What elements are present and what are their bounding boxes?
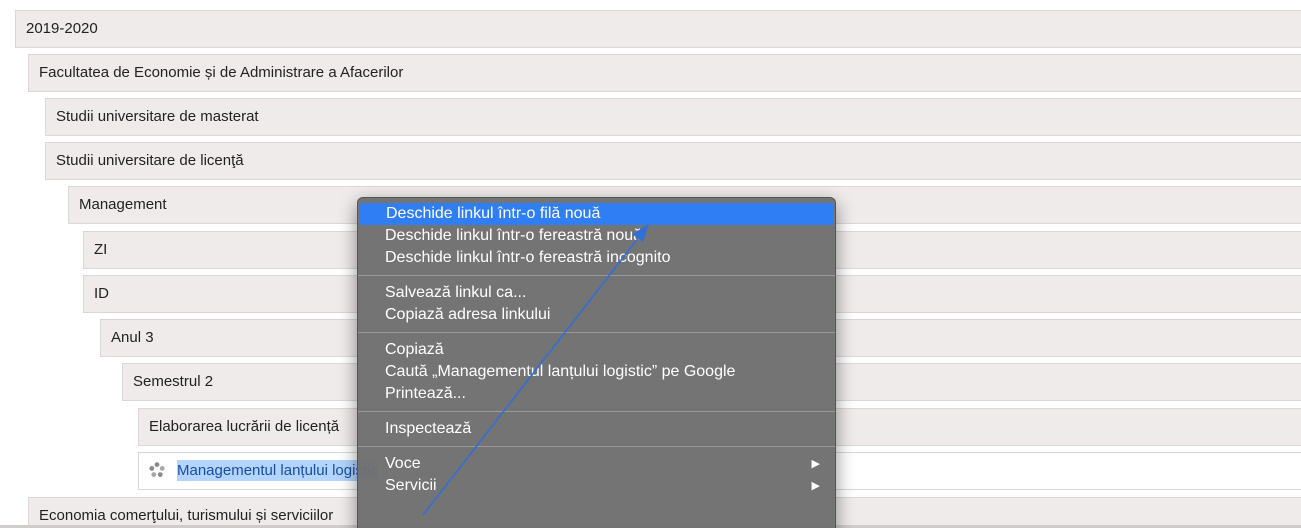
tree-row-masters[interactable]: Studii universitare de masterat (45, 98, 1301, 136)
menu-item-save-link[interactable]: Salvează linkul ca... (358, 282, 835, 304)
page: 2019-2020 Facultatea de Economie și de A… (0, 0, 1301, 528)
menu-item-services[interactable]: Servicii ▶ (358, 475, 835, 497)
menu-item-label: Servicii (385, 477, 437, 494)
menu-separator (358, 275, 835, 276)
tree-row-label: ID (94, 285, 109, 302)
menu-item-label: Copiază (385, 341, 444, 358)
menu-separator (358, 411, 835, 412)
course-link[interactable]: Managementul lanțului logistic (177, 460, 378, 481)
menu-item-label: Salvează linkul ca... (385, 284, 527, 301)
tree-row-label: Economia comerţului, turismului și servi… (39, 507, 334, 524)
menu-separator (358, 446, 835, 447)
submenu-arrow-icon: ▶ (811, 458, 820, 470)
menu-item-label: Deschide linkul într-o fereastră nouă (385, 227, 643, 244)
menu-item-label: Inspectează (385, 420, 472, 437)
course-icon (149, 461, 165, 477)
menu-item-label: Voce (385, 455, 421, 472)
menu-item-search-google[interactable]: Caută „Managementul lanțului logistic” p… (358, 361, 835, 383)
menu-item-label: Deschide linkul într-o filă nouă (386, 205, 601, 222)
tree-row-label: Anul 3 (111, 329, 154, 346)
context-menu: Deschide linkul într-o filă nouă Deschid… (357, 197, 836, 528)
tree-row-2019-2020[interactable]: 2019-2020 (15, 10, 1301, 48)
menu-item-label: Caută „Managementul lanțului logistic” p… (385, 363, 736, 380)
menu-item-open-new-window[interactable]: Deschide linkul într-o fereastră nouă (358, 225, 835, 247)
tree-row-label: Semestrul 2 (133, 373, 214, 390)
menu-item-copy-link-address[interactable]: Copiază adresa linkului (358, 304, 835, 326)
menu-item-inspect[interactable]: Inspectează (358, 418, 835, 440)
menu-item-copy[interactable]: Copiază (358, 339, 835, 361)
menu-item-label: Deschide linkul într-o fereastră incogni… (385, 249, 671, 266)
menu-separator (358, 332, 835, 333)
tree-row-label: Management (79, 196, 167, 213)
tree-row-label: Studii universitare de masterat (56, 108, 259, 125)
menu-item-label: Copiază adresa linkului (385, 306, 551, 323)
menu-item-open-new-tab[interactable]: Deschide linkul într-o filă nouă (359, 203, 834, 225)
tree-row-label: Facultatea de Economie și de Administrar… (39, 64, 404, 81)
submenu-arrow-icon: ▶ (811, 480, 820, 492)
tree-row-label: Elaborarea lucrării de licență (149, 418, 340, 435)
tree-row-bachelors[interactable]: Studii universitare de licenţă (45, 142, 1301, 180)
menu-item-speech[interactable]: Voce ▶ (358, 453, 835, 475)
tree-row-faculty[interactable]: Facultatea de Economie și de Administrar… (28, 54, 1301, 92)
tree-row-label: ZI (94, 241, 108, 258)
tree-row-label: 2019-2020 (26, 20, 98, 37)
menu-item-print[interactable]: Printează... (358, 383, 835, 405)
menu-item-label: Printează... (385, 385, 466, 402)
menu-item-open-incognito[interactable]: Deschide linkul într-o fereastră incogni… (358, 247, 835, 269)
tree-row-label: Studii universitare de licenţă (56, 152, 244, 169)
